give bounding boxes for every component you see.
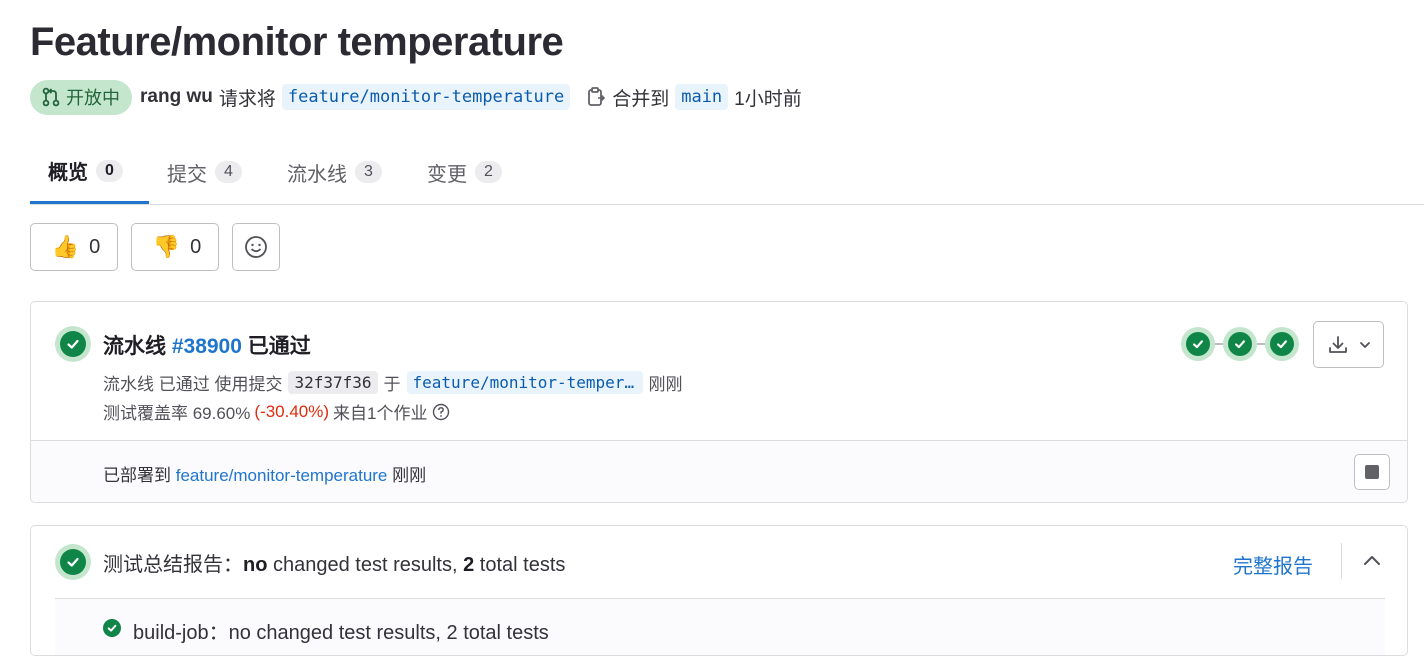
tab-label: 变更 xyxy=(427,163,467,186)
pipeline-detail-prefix: 流水线 已通过 使用提交 xyxy=(103,375,283,394)
mr-meta: 开放中 rang wu 请求将 feature/monitor-temperat… xyxy=(30,79,802,115)
page-title: Feature/monitor temperature xyxy=(30,20,564,64)
tab-commits[interactable]: 提交 4 xyxy=(149,140,260,204)
job-success-icon xyxy=(103,619,121,637)
thumbs-up-count: 0 xyxy=(89,235,101,258)
check-icon xyxy=(67,339,79,349)
thumbs-up-button[interactable]: 👍 0 xyxy=(30,223,118,271)
add-reaction-button[interactable] xyxy=(232,223,280,271)
tab-changes[interactable]: 变更 2 xyxy=(409,140,520,204)
smiley-icon xyxy=(245,236,267,258)
stage-connector xyxy=(1215,343,1223,345)
stage-status-icon[interactable] xyxy=(1265,327,1299,361)
author-link[interactable]: rang wu xyxy=(140,86,213,108)
coverage-source: 来自1个作业 xyxy=(333,404,428,423)
pipeline-at-text: 于 xyxy=(383,375,401,394)
chevron-down-icon xyxy=(1359,341,1370,348)
copy-branch-button[interactable] xyxy=(584,85,608,109)
stop-icon xyxy=(1365,465,1379,479)
artifacts-download-button[interactable] xyxy=(1313,321,1384,368)
pipeline-status-text: 已通过 xyxy=(247,335,311,358)
deploy-prefix: 已部署到 xyxy=(103,466,171,485)
test-status-icon xyxy=(55,544,91,580)
merge-into-text: 合并到 xyxy=(612,88,670,110)
tab-pipelines[interactable]: 流水线 3 xyxy=(269,140,400,204)
test-summary: 测试总结报告：no changed test results, 2 total … xyxy=(103,548,565,577)
pipeline-label: 流水线 xyxy=(103,335,166,358)
tab-count: 2 xyxy=(475,161,502,183)
test-summary-total: 2 xyxy=(463,554,475,576)
pipeline-detail: 流水线 已通过 使用提交 32f37f36 于 feature/monitor-… xyxy=(103,370,683,395)
stage-status-icon[interactable] xyxy=(1181,327,1215,361)
tab-count: 0 xyxy=(96,159,123,182)
pipeline-status-icon[interactable] xyxy=(55,326,91,362)
chevron-up-icon xyxy=(1364,556,1380,565)
pipeline-stages xyxy=(1181,327,1299,361)
thumbs-up-icon: 👍 xyxy=(51,234,80,259)
time-ago: 1小时前 xyxy=(734,88,802,110)
merge-request-icon xyxy=(42,87,60,107)
tab-label: 概览 xyxy=(48,162,88,184)
pipeline-title: 流水线 #38900 已通过 xyxy=(103,330,311,360)
status-label: 开放中 xyxy=(66,88,120,108)
deploy-when: 刚刚 xyxy=(392,466,427,485)
download-icon xyxy=(1328,335,1347,353)
deployment-bar: 已部署到 feature/monitor-temperature 刚刚 xyxy=(31,440,1407,502)
reactions-row: 👍 0 👎 0 xyxy=(30,223,280,271)
stage-connector xyxy=(1257,343,1265,345)
tab-count: 4 xyxy=(215,161,242,183)
environment-link[interactable]: feature/monitor-temperature xyxy=(176,466,388,485)
tab-label: 提交 xyxy=(167,163,207,186)
thumbs-down-icon: 👎 xyxy=(152,234,181,259)
mr-tabs: 概览 0 提交 4 流水线 3 变更 2 xyxy=(30,140,1424,205)
divider xyxy=(1341,543,1342,579)
help-icon[interactable] xyxy=(432,403,450,421)
pipeline-branch[interactable]: feature/monitor-temperature xyxy=(406,371,643,394)
request-text: 请求将 xyxy=(218,88,276,110)
job-summary: build-job：no changed test results, 2 tot… xyxy=(133,622,549,644)
test-summary-label: 测试总结报告： xyxy=(103,554,243,576)
pipeline-id-link[interactable]: #38900 xyxy=(172,335,242,358)
test-job-row: build-job：no changed test results, 2 tot… xyxy=(55,598,1385,655)
test-summary-no: no xyxy=(243,554,268,576)
coverage-label: 测试覆盖率 69.60% xyxy=(103,404,251,423)
test-summary-mid: changed test results, xyxy=(267,554,464,576)
tab-count: 3 xyxy=(355,161,382,183)
thumbs-down-button[interactable]: 👎 0 xyxy=(131,223,219,271)
deployment-text: 已部署到 feature/monitor-temperature 刚刚 xyxy=(103,461,426,486)
thumbs-down-count: 0 xyxy=(190,235,202,258)
copy-icon xyxy=(588,87,606,106)
commit-sha[interactable]: 32f37f36 xyxy=(288,371,378,394)
coverage-delta: (-30.40%) xyxy=(254,401,330,421)
status-badge: 开放中 xyxy=(30,79,132,115)
stage-status-icon[interactable] xyxy=(1223,327,1257,361)
full-report-link[interactable]: 完整报告 xyxy=(1233,550,1313,579)
tab-label: 流水线 xyxy=(287,163,347,186)
source-branch[interactable]: feature/monitor-temperature xyxy=(281,84,571,110)
target-branch[interactable]: main xyxy=(675,84,729,110)
coverage-line: 测试覆盖率 69.60% (-30.40%) 来自1个作业 xyxy=(103,399,450,424)
pipeline-widget: 流水线 #38900 已通过 流水线 已通过 使用提交 32f37f36 于 f… xyxy=(30,301,1408,503)
stop-environment-button[interactable] xyxy=(1354,454,1390,490)
pipeline-when: 刚刚 xyxy=(648,375,683,394)
test-report-widget: 测试总结报告：no changed test results, 2 total … xyxy=(30,525,1408,656)
test-summary-end: total tests xyxy=(474,554,566,576)
tab-overview[interactable]: 概览 0 xyxy=(30,140,149,204)
collapse-button[interactable] xyxy=(1357,544,1387,578)
check-icon xyxy=(67,557,79,567)
